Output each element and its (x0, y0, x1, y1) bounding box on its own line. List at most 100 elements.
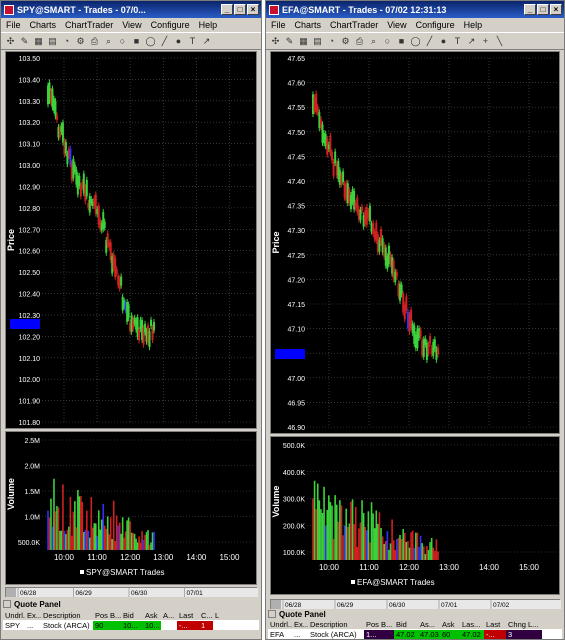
zoom-icon[interactable]: ⌕ (368, 36, 379, 47)
candle-body (78, 176, 81, 187)
line-tool-icon[interactable]: ╱ (159, 36, 170, 47)
time-tick-label: 15:00 (519, 563, 540, 572)
menu-configure[interactable]: Configure (416, 20, 455, 30)
col-header[interactable]: C... (199, 611, 213, 620)
diagonal-tool-icon[interactable]: ╲ (494, 36, 505, 47)
minimize-icon[interactable]: _ (221, 4, 233, 15)
text-icon[interactable]: T (187, 36, 198, 47)
maximize-icon[interactable]: □ (234, 4, 246, 15)
volume-bar (361, 500, 363, 560)
arrow-icon[interactable]: ↗ (201, 36, 212, 47)
legend-label: SPY@SMART Trades (86, 568, 165, 577)
volume-bar (427, 550, 430, 560)
date-tick-label: 06/28 (285, 602, 302, 609)
zoom-icon[interactable]: ⌕ (103, 36, 114, 47)
panel-grip-icon[interactable] (3, 600, 11, 608)
col-header[interactable]: A... (161, 611, 177, 620)
menu-charttrader[interactable]: ChartTrader (65, 20, 113, 30)
menu-help[interactable]: Help (464, 20, 483, 30)
circle-icon[interactable]: ○ (117, 36, 128, 47)
price-pane[interactable]: Price 47.65 47.60 47.55 47.50 47.45 47.40 47.35… (270, 51, 560, 434)
table-row[interactable]: EFA ... Stock (ARCA) 1... 47.02 47.03 60… (268, 629, 562, 639)
close-icon[interactable]: × (550, 4, 562, 15)
rect-icon[interactable]: ■ (396, 36, 407, 47)
menu-view[interactable]: View (122, 20, 141, 30)
volume-bar (103, 525, 106, 550)
menu-help[interactable]: Help (199, 20, 218, 30)
col-header[interactable]: Pos B... (93, 611, 121, 620)
dot-icon[interactable]: ● (173, 36, 184, 47)
volume-bar (100, 519, 103, 550)
menu-charts[interactable]: Charts (30, 20, 57, 30)
col-header[interactable]: L (213, 611, 223, 620)
dot-icon[interactable]: ● (438, 36, 449, 47)
col-header[interactable]: Bid (394, 620, 418, 629)
arrow-icon[interactable]: ↗ (466, 36, 477, 47)
table-row[interactable]: SPY ... Stock (ARCA) 90 10... 10... -...… (3, 620, 259, 630)
col-header[interactable]: Undrl... (3, 611, 25, 620)
maximize-icon[interactable]: □ (537, 4, 549, 15)
window-titlebar[interactable]: SPY@SMART - Trades - 07/0... _ □ × (1, 1, 261, 18)
window-titlebar[interactable]: EFA@SMART - Trades - 07/02 12:31:13 _ □ … (266, 1, 564, 18)
col-header[interactable]: Last (177, 611, 199, 620)
ellipse-icon[interactable]: ◯ (145, 36, 156, 47)
col-header[interactable]: Las... (460, 620, 484, 629)
volume-pane[interactable]: Volume 2.5M 2.0M 1.5M 1.0M 500.0K 10:00 11:00 12… (5, 431, 257, 585)
volume-bar (115, 515, 118, 550)
candle-body (429, 336, 432, 344)
close-icon[interactable]: × (247, 4, 259, 15)
date-navigator[interactable]: 06/28 06/29 06/30 07/01 (5, 587, 258, 597)
settings-icon[interactable]: ⚙ (75, 36, 86, 47)
col-header[interactable]: Chng L... (506, 620, 542, 629)
panel-grip-icon[interactable] (268, 610, 276, 618)
menu-view[interactable]: View (387, 20, 406, 30)
time-tick-label: 14:00 (186, 553, 207, 562)
app-icon (269, 4, 279, 15)
print-icon[interactable]: ⎙ (89, 36, 100, 47)
settings-icon[interactable]: ⚙ (340, 36, 351, 47)
rect-icon[interactable]: ■ (131, 36, 142, 47)
col-header[interactable]: Bid (121, 611, 143, 620)
chart-icon[interactable]: ◔ (61, 36, 72, 47)
pencil-icon[interactable]: ✎ (19, 36, 30, 47)
line-tool-icon[interactable]: ╱ (424, 36, 435, 47)
crosshair-icon[interactable]: ✣ (270, 36, 281, 47)
col-header[interactable]: Pos B... (364, 620, 394, 629)
volume-bar (114, 541, 116, 550)
table-icon[interactable]: ▤ (47, 36, 58, 47)
volume-tick-label: 200.0K (283, 523, 306, 530)
plus-icon[interactable]: + (480, 36, 491, 47)
menu-file[interactable]: File (271, 20, 286, 30)
price-tick-label: 102.30 (19, 313, 41, 320)
col-header[interactable]: Ex... (292, 620, 308, 629)
grid-icon[interactable]: ▦ (33, 36, 44, 47)
col-header[interactable]: Description (41, 611, 93, 620)
col-header[interactable]: Last (484, 620, 506, 629)
minimize-icon[interactable]: _ (524, 4, 536, 15)
crosshair-icon[interactable]: ✣ (5, 36, 16, 47)
volume-bar (320, 509, 322, 560)
volume-pane[interactable]: Volume 500.0K 400.0K 300.0K 200.0K 100.0K 10:0… (270, 436, 560, 595)
table-icon[interactable]: ▤ (312, 36, 323, 47)
col-header[interactable]: Description (308, 620, 364, 629)
menu-charttrader[interactable]: ChartTrader (330, 20, 378, 30)
col-header[interactable]: Ex... (25, 611, 41, 620)
pencil-icon[interactable]: ✎ (284, 36, 295, 47)
menu-charts[interactable]: Charts (295, 20, 322, 30)
cell-symbol: SPY (5, 620, 21, 630)
menu-configure[interactable]: Configure (151, 20, 190, 30)
text-icon[interactable]: T (452, 36, 463, 47)
print-icon[interactable]: ⎙ (354, 36, 365, 47)
candle-body (427, 344, 430, 354)
chart-icon[interactable]: ◔ (326, 36, 337, 47)
col-header[interactable]: Ask (440, 620, 460, 629)
date-navigator[interactable]: 06/28 06/29 06/30 07/01 07/02 (270, 599, 561, 609)
ellipse-icon[interactable]: ◯ (410, 36, 421, 47)
col-header[interactable]: As... (418, 620, 440, 629)
col-header[interactable]: Undrl... (268, 620, 292, 629)
price-pane[interactable]: Price 103.50 103.40 103.30 103.20 103.10 103.0… (5, 51, 257, 429)
menu-file[interactable]: File (6, 20, 21, 30)
circle-icon[interactable]: ○ (382, 36, 393, 47)
col-header[interactable]: Ask (143, 611, 161, 620)
grid-icon[interactable]: ▦ (298, 36, 309, 47)
